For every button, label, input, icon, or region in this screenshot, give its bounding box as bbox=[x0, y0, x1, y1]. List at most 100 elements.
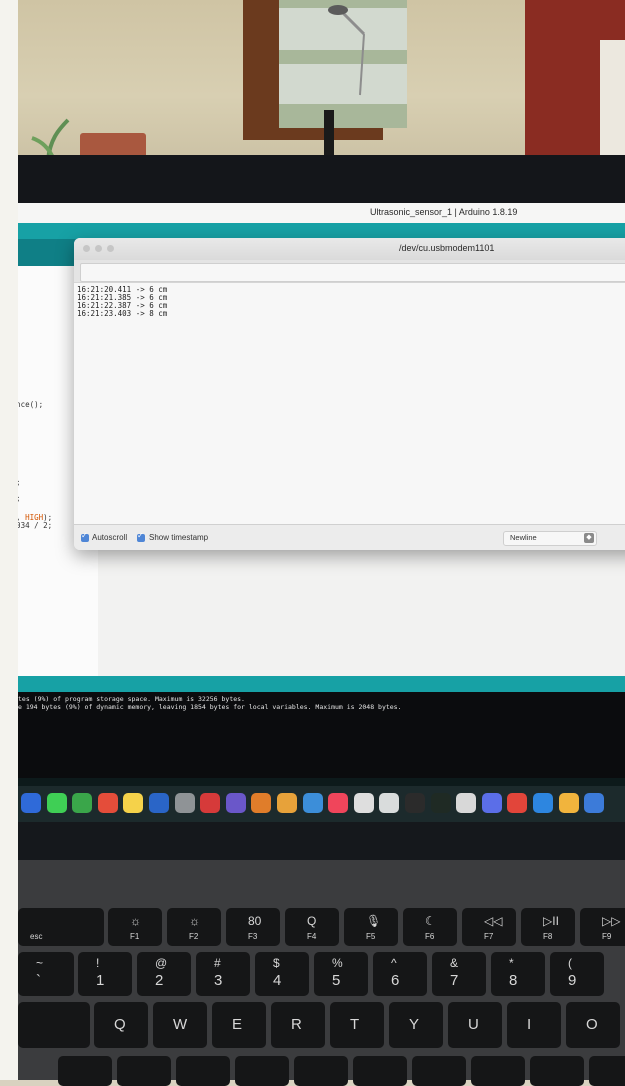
key-bottom-row[interactable] bbox=[294, 1056, 348, 1086]
key-label: ` bbox=[36, 972, 41, 989]
dock-icon-red-icon[interactable] bbox=[200, 793, 221, 813]
key-label: 1 bbox=[96, 972, 105, 989]
key-5[interactable]: % 5 bbox=[314, 952, 368, 996]
key-symbol: % bbox=[332, 956, 343, 970]
key-label: 7 bbox=[450, 972, 459, 989]
key-bottom-row[interactable] bbox=[117, 1056, 171, 1086]
key-bottom-row[interactable] bbox=[589, 1056, 625, 1086]
plant bbox=[31, 118, 70, 160]
dock-icon-matlab-icon[interactable] bbox=[251, 793, 272, 813]
key-label: F4 bbox=[307, 932, 317, 941]
serial-footer: Autoscroll Show timestamp Newline ◆ bbox=[74, 524, 625, 550]
show-timestamp-checkbox[interactable] bbox=[137, 531, 145, 542]
dock-icon-terminal-2-icon[interactable] bbox=[430, 793, 451, 813]
dock-icon-figma-icon[interactable] bbox=[277, 793, 297, 813]
key-3[interactable]: #3 bbox=[196, 952, 250, 996]
key-1[interactable]: ! 1 bbox=[78, 952, 132, 996]
key-e[interactable]: E bbox=[212, 1002, 266, 1048]
close-window-button[interactable] bbox=[83, 245, 90, 252]
key-label: Y bbox=[409, 1016, 420, 1033]
key-2[interactable]: @2 bbox=[137, 952, 191, 996]
key-f5[interactable]: 🎙 F5 bbox=[344, 908, 398, 946]
dock-icon-last-icon[interactable] bbox=[584, 793, 605, 813]
key-t[interactable]: T bbox=[330, 1002, 384, 1048]
dock-icon-pencil-icon[interactable] bbox=[353, 793, 374, 813]
zoom-window-button[interactable] bbox=[107, 245, 114, 252]
key-symbol: ☼ bbox=[130, 914, 141, 928]
key-label: F2 bbox=[189, 932, 199, 941]
key-esc[interactable]: esc bbox=[18, 908, 104, 946]
key-f6[interactable]: ☾ F6 bbox=[403, 908, 457, 946]
key-6[interactable]: ^ 6 bbox=[373, 952, 427, 996]
key-4[interactable]: $4 bbox=[255, 952, 309, 996]
ide-toolbar bbox=[18, 223, 625, 239]
key-label: R bbox=[291, 1016, 302, 1033]
dock-icon-word-icon[interactable] bbox=[149, 793, 169, 813]
send-row bbox=[74, 260, 625, 282]
console-line: e 194 bytes (9%) of dynamic memory, leav… bbox=[18, 703, 402, 711]
key-8[interactable]: * 8 bbox=[491, 952, 545, 996]
key-u[interactable]: U bbox=[448, 1002, 502, 1048]
key-y[interactable]: Y bbox=[389, 1002, 443, 1048]
minimize-window-button[interactable] bbox=[95, 245, 102, 252]
dock-icon-photos-icon[interactable] bbox=[558, 793, 579, 813]
key-7[interactable]: & 7 bbox=[432, 952, 486, 996]
dock-icon-facetime-icon[interactable] bbox=[72, 793, 93, 813]
dock-icon-notes-icon[interactable] bbox=[123, 793, 144, 813]
key-label: T bbox=[350, 1016, 360, 1033]
key-symbol: ( bbox=[568, 956, 572, 970]
dock-icon-chatgpt-icon[interactable] bbox=[379, 793, 400, 813]
key-symbol: @ bbox=[155, 956, 168, 970]
key-f4[interactable]: Q F4 bbox=[285, 908, 339, 946]
serial-send-input[interactable] bbox=[80, 263, 625, 282]
key-o[interactable]: O bbox=[566, 1002, 620, 1048]
dock-icon-music-icon[interactable] bbox=[328, 793, 349, 813]
dock-icon-chrome-icon[interactable] bbox=[97, 793, 118, 813]
key-label: 2 bbox=[155, 972, 164, 989]
serial-titlebar: /dev/cu.usbmodem1101 bbox=[74, 238, 625, 261]
photo-edge bbox=[0, 0, 18, 1080]
key-q[interactable]: Q bbox=[94, 1002, 148, 1048]
dock-icon-safari-icon[interactable] bbox=[533, 793, 553, 813]
key-tab[interactable] bbox=[18, 1002, 90, 1048]
key-bottom-row[interactable] bbox=[353, 1056, 407, 1086]
dock-icon-bbedit-icon[interactable] bbox=[225, 793, 246, 813]
key-f3[interactable]: 80 F3 bbox=[226, 908, 280, 946]
key-f1[interactable]: ☼ F1 bbox=[108, 908, 162, 946]
key-bottom-row[interactable] bbox=[235, 1056, 289, 1086]
dock-icon-messages-icon[interactable] bbox=[46, 793, 67, 813]
dock-icon-vivaldi-icon[interactable] bbox=[507, 793, 528, 813]
key-9[interactable]: (9 bbox=[550, 952, 604, 996]
key-backtick[interactable]: ~ ` bbox=[18, 952, 74, 996]
key-symbol: ~ bbox=[36, 956, 44, 970]
dock-icon-github-icon[interactable] bbox=[456, 793, 477, 813]
serial-output[interactable]: 16:21:20.411 -> 6 cm 16:21:21.385 -> 6 c… bbox=[74, 282, 625, 525]
autoscroll-checkbox[interactable] bbox=[81, 531, 89, 542]
key-bottom-row[interactable] bbox=[412, 1056, 466, 1086]
code-token: ); bbox=[18, 494, 21, 503]
key-bottom-row[interactable] bbox=[471, 1056, 525, 1086]
dock-icon-1-icon[interactable] bbox=[21, 793, 41, 813]
key-bottom-row[interactable] bbox=[530, 1056, 584, 1086]
key-i[interactable]: I bbox=[507, 1002, 561, 1048]
key-symbol: ◁◁ bbox=[484, 914, 503, 928]
desk-lamp bbox=[324, 5, 366, 155]
line-ending-select[interactable]: Newline ◆ bbox=[503, 531, 597, 546]
key-label: 9 bbox=[568, 972, 577, 989]
dock-icon-discord-icon[interactable] bbox=[481, 793, 502, 813]
key-f8[interactable]: ▷II F8 bbox=[521, 908, 575, 946]
key-bottom-row[interactable] bbox=[58, 1056, 112, 1086]
key-label: 5 bbox=[332, 972, 341, 989]
dock-icon-finder-icon[interactable] bbox=[302, 793, 323, 813]
key-f9[interactable]: ▷▷ F9 bbox=[580, 908, 625, 946]
dock-icon-terminal-icon[interactable] bbox=[405, 793, 425, 813]
key-f7[interactable]: ◁◁ F7 bbox=[462, 908, 516, 946]
key-symbol: 🎙 bbox=[366, 914, 382, 928]
key-label: F5 bbox=[366, 932, 376, 941]
dropdown-arrow-icon: ◆ bbox=[584, 533, 594, 543]
dock-icon-settings-icon[interactable] bbox=[174, 793, 195, 813]
key-bottom-row[interactable] bbox=[176, 1056, 230, 1086]
key-w[interactable]: W bbox=[153, 1002, 207, 1048]
key-r[interactable]: R bbox=[271, 1002, 325, 1048]
key-f2[interactable]: ☼ F2 bbox=[167, 908, 221, 946]
